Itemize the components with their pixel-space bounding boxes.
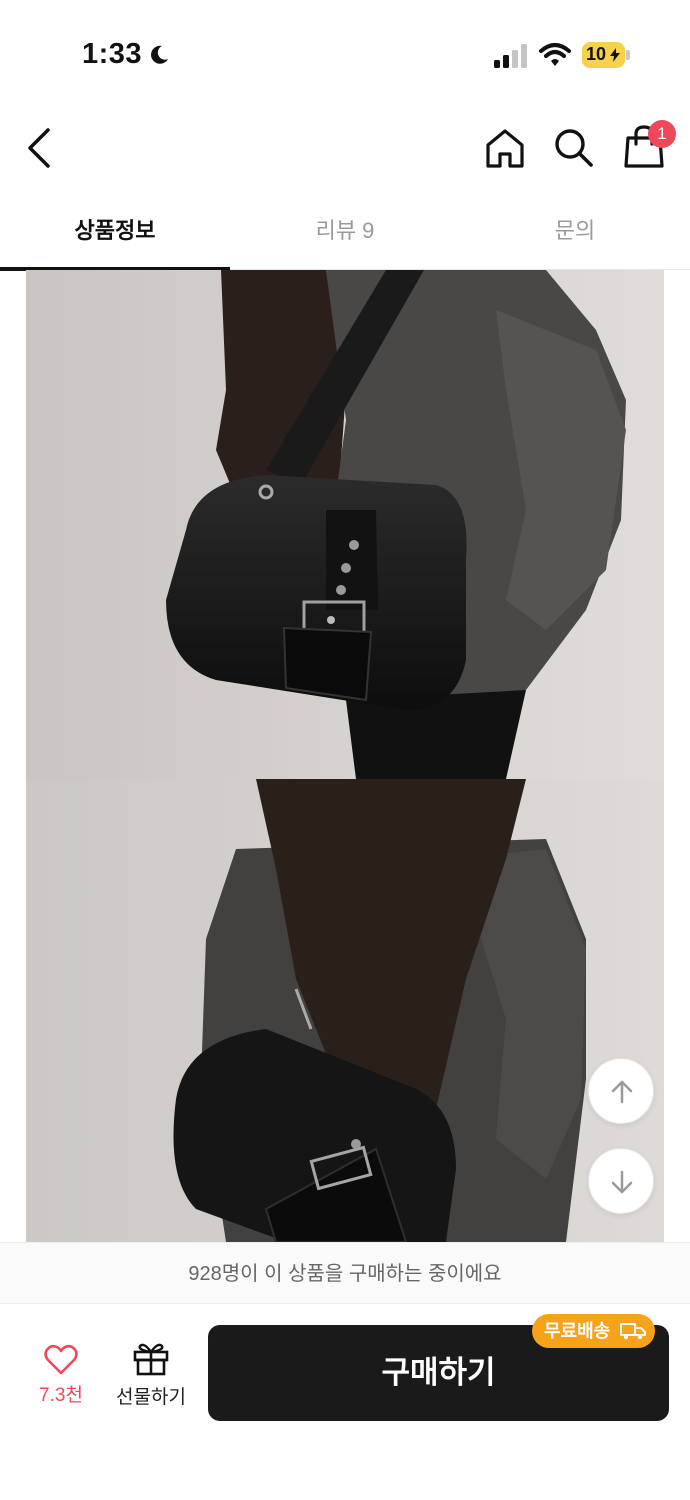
tab-reviews[interactable]: 리뷰 9 <box>230 198 460 270</box>
like-button[interactable]: 7.3천 <box>28 1344 94 1414</box>
tab-inquiry[interactable]: 문의 <box>460 198 690 270</box>
like-count: 7.3천 <box>39 1385 83 1406</box>
scroll-to-top-button[interactable] <box>588 1058 654 1124</box>
cart-count-badge: 1 <box>648 120 676 148</box>
battery-level: 10 <box>586 44 607 64</box>
battery-indicator: 10 <box>582 42 630 68</box>
product-tabs: 상품정보 리뷰 9 문의 <box>0 198 690 271</box>
truck-icon <box>620 1323 646 1340</box>
charging-bolt-icon <box>610 48 620 62</box>
back-icon <box>28 128 50 168</box>
moon-icon <box>151 45 168 64</box>
arrow-down-icon <box>611 1170 633 1194</box>
heart-icon <box>44 1344 78 1375</box>
buyers-count-banner: 928명이 이 상품을 구매하는 중이에요 <box>0 1242 690 1304</box>
wifi-icon <box>539 43 571 66</box>
search-button[interactable] <box>550 124 596 170</box>
product-photo-1 <box>26 270 664 779</box>
arrow-up-icon <box>611 1080 633 1104</box>
signal-icon <box>494 44 527 68</box>
search-icon <box>555 129 593 167</box>
home-icon <box>486 129 524 168</box>
gift-button[interactable]: 선물하기 <box>112 1340 190 1414</box>
gift-label: 선물하기 <box>116 1387 186 1408</box>
tab-product-info[interactable]: 상품정보 <box>0 198 230 271</box>
scroll-down-button[interactable] <box>588 1148 654 1214</box>
status-time: 1:33 <box>82 38 143 70</box>
home-button[interactable] <box>482 126 528 172</box>
free-shipping-badge: 무료배송 <box>532 1314 655 1348</box>
product-photo-2 <box>26 779 664 1242</box>
free-shipping-label: 무료배송 <box>544 1321 611 1341</box>
gift-icon <box>133 1343 169 1376</box>
top-navigation-bar <box>0 100 690 198</box>
status-bar: 1:33 10 <box>0 0 690 100</box>
back-button[interactable] <box>18 122 62 174</box>
bottom-action-bar: 7.3천 선물하기 구매하기 무료배송 <box>0 1304 690 1500</box>
